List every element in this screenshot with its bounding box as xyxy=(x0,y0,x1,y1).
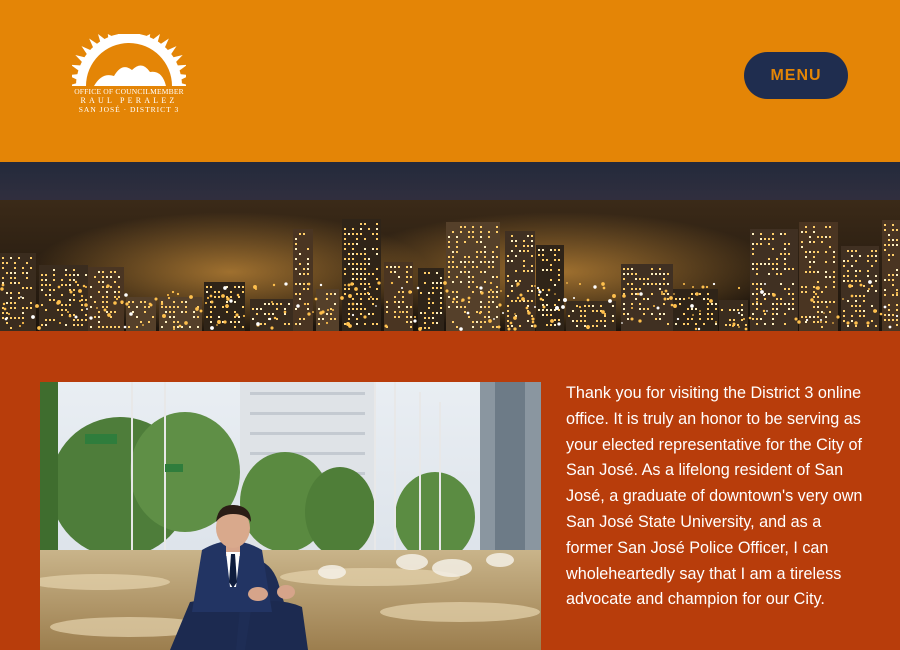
menu-button[interactable]: MENU xyxy=(744,52,848,99)
logo-line-district: SAN JOSÉ · DISTRICT 3 xyxy=(78,105,180,114)
site-logo[interactable]: OFFICE OF COUNCILMEMBER RAUL PERALEZ SAN… xyxy=(70,34,188,124)
skyline-banner xyxy=(0,162,900,331)
city-skyline-image xyxy=(0,162,900,331)
intro-paragraph: Thank you for visiting the District 3 on… xyxy=(566,384,863,609)
logo-line-office: OFFICE OF COUNCILMEMBER xyxy=(74,87,184,96)
sun-icon xyxy=(72,34,186,86)
councilmember-photo xyxy=(40,382,541,650)
main-content: Thank you for visiting the District 3 on… xyxy=(0,331,900,650)
logo-line-name: RAUL PERALEZ xyxy=(80,96,178,105)
site-header: OFFICE OF COUNCILMEMBER RAUL PERALEZ SAN… xyxy=(0,0,900,162)
councilmember-photo-image xyxy=(40,382,541,650)
